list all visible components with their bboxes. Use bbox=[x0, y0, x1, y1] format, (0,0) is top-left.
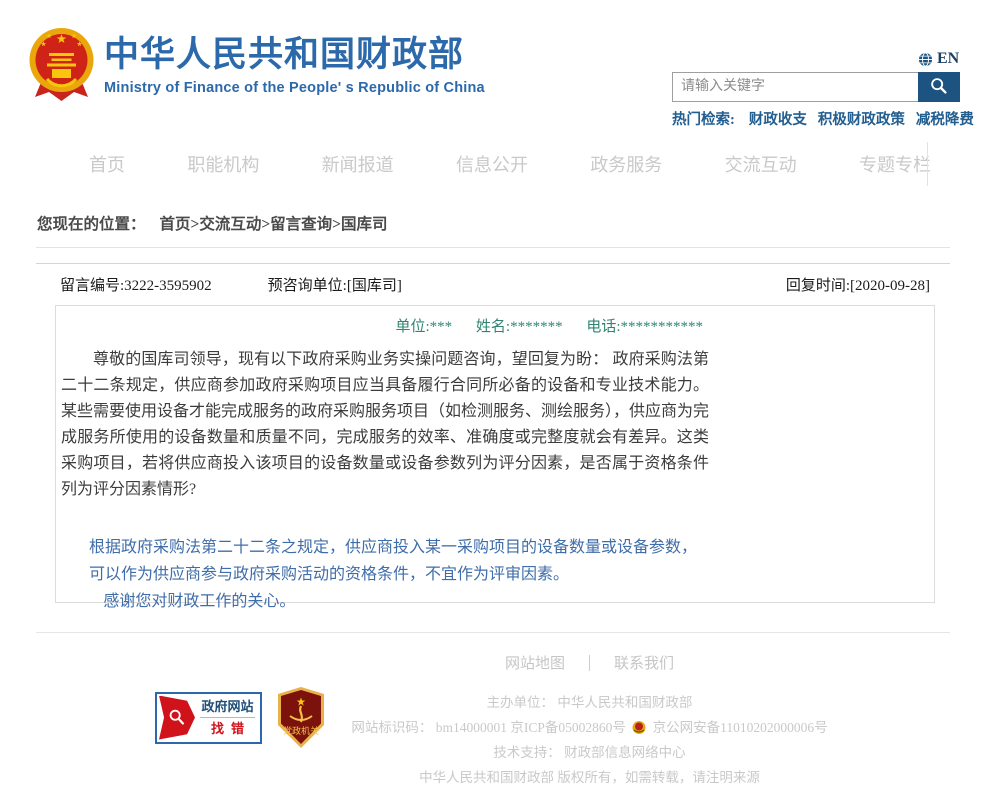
globe-icon bbox=[918, 52, 933, 67]
reply-line-1: 根据政府采购法第二十二条之规定，供应商投入某一采购项目的设备数量或设备参数， bbox=[89, 534, 709, 561]
reply-line-3: 感谢您对财政工作的关心。 bbox=[89, 588, 709, 615]
main-nav: 首页 职能机构 新闻报道 信息公开 政务服务 交流互动 专题专栏 bbox=[85, 140, 935, 188]
hot-search-row: 热门检索: 财政收支 积极财政政策 减税降费 bbox=[672, 108, 972, 129]
en-language-link[interactable]: EN bbox=[918, 50, 959, 68]
site-subtitle: Ministry of Finance of the People' s Rep… bbox=[104, 80, 485, 96]
breadcrumb-path[interactable]: 首页>交流互动>留言查询>国库司 bbox=[160, 216, 388, 233]
site-title-block: 中华人民共和国财政部 Ministry of Finance of the Pe… bbox=[104, 36, 485, 96]
contact-phone: 电话:*********** bbox=[586, 319, 703, 335]
public-security-badge-icon bbox=[632, 718, 646, 733]
search-icon bbox=[928, 75, 950, 100]
site-title: 中华人民共和国财政部 bbox=[104, 36, 485, 75]
footer-info: 主办单位： 中华人民共和国财政部 网站标识码： bm14000001 京ICP备… bbox=[190, 690, 989, 790]
question-text: 尊敬的国库司领导，现有以下政府采购业务实操问题咨询，望回复为盼： 政府采购法第二… bbox=[61, 347, 709, 503]
hot-search-label: 热门检索: bbox=[672, 108, 735, 129]
nav-item-services[interactable]: 政务服务 bbox=[586, 151, 666, 177]
footer-host-line: 主办单位： 中华人民共和国财政部 bbox=[190, 690, 989, 715]
hot-link-tax-cut[interactable]: 减税降费 bbox=[916, 108, 974, 129]
nav-item-departments[interactable]: 职能机构 bbox=[183, 151, 263, 177]
contact-name: 姓名:******* bbox=[476, 319, 563, 335]
footer-links-divider bbox=[589, 655, 590, 671]
divider-footer bbox=[36, 632, 950, 633]
reply-text: 根据政府采购法第二十二条之规定，供应商投入某一采购项目的设备数量或设备参数， 可… bbox=[89, 534, 709, 615]
footer-link-contact[interactable]: 联系我们 bbox=[614, 652, 674, 673]
footer-tech-line: 技术支持： 财政部信息网络中心 bbox=[190, 740, 989, 765]
divider-breadcrumb bbox=[36, 247, 950, 248]
contact-unit: 单位:*** bbox=[395, 319, 452, 335]
hot-link-fiscal-policy[interactable]: 积极财政政策 bbox=[818, 108, 905, 129]
breadcrumb-label: 您现在的位置： bbox=[37, 216, 146, 233]
footer-link-sitemap[interactable]: 网站地图 bbox=[505, 652, 565, 673]
search-bar bbox=[672, 72, 960, 102]
search-button[interactable] bbox=[918, 72, 960, 102]
reply-time: 回复时间:[2020-09-28] bbox=[786, 274, 930, 295]
nav-item-special-topics[interactable]: 专题专栏 bbox=[855, 151, 935, 177]
footer-icp-line: 网站标识码： bm14000001 京ICP备05002860号 京公网安备11… bbox=[190, 715, 989, 740]
breadcrumb: 您现在的位置： 首页>交流互动>留言查询>国库司 bbox=[37, 212, 388, 234]
message-meta-row: 留言编号:3222-3595902 预咨询单位:[国库司] 回复时间:[2020… bbox=[60, 274, 930, 295]
hot-link-fiscal-revenue[interactable]: 财政收支 bbox=[749, 108, 807, 129]
contact-line: 单位:*** 姓名:******* 电话:*********** bbox=[61, 315, 709, 336]
footer-copyright-line: 中华人民共和国财政部 版权所有，如需转载，请注明来源 bbox=[190, 765, 989, 790]
consulted-unit: 预咨询单位:[国库司] bbox=[268, 274, 402, 295]
en-label: EN bbox=[937, 50, 959, 68]
footer-links: 网站地图 联系我们 bbox=[190, 652, 989, 673]
nav-item-info-disclosure[interactable]: 信息公开 bbox=[452, 151, 532, 177]
footer-icp-right: 京公网安备11010202000006号 bbox=[653, 720, 828, 735]
nav-end-divider bbox=[927, 142, 928, 186]
nav-item-home[interactable]: 首页 bbox=[85, 151, 129, 177]
message-content-box: 单位:*** 姓名:******* 电话:*********** 尊敬的国库司领… bbox=[55, 305, 935, 603]
reply-line-2: 可以作为供应商参与政府采购活动的资格条件，不宜作为评审因素。 bbox=[89, 561, 709, 588]
divider-teal bbox=[36, 263, 950, 264]
search-input[interactable] bbox=[672, 72, 918, 102]
national-emblem-logo bbox=[28, 24, 95, 102]
nav-item-news[interactable]: 新闻报道 bbox=[318, 151, 398, 177]
message-id: 留言编号:3222-3595902 bbox=[60, 274, 212, 295]
nav-item-interaction[interactable]: 交流互动 bbox=[721, 151, 801, 177]
footer-icp-left: 网站标识码： bm14000001 京ICP备05002860号 bbox=[351, 720, 626, 735]
